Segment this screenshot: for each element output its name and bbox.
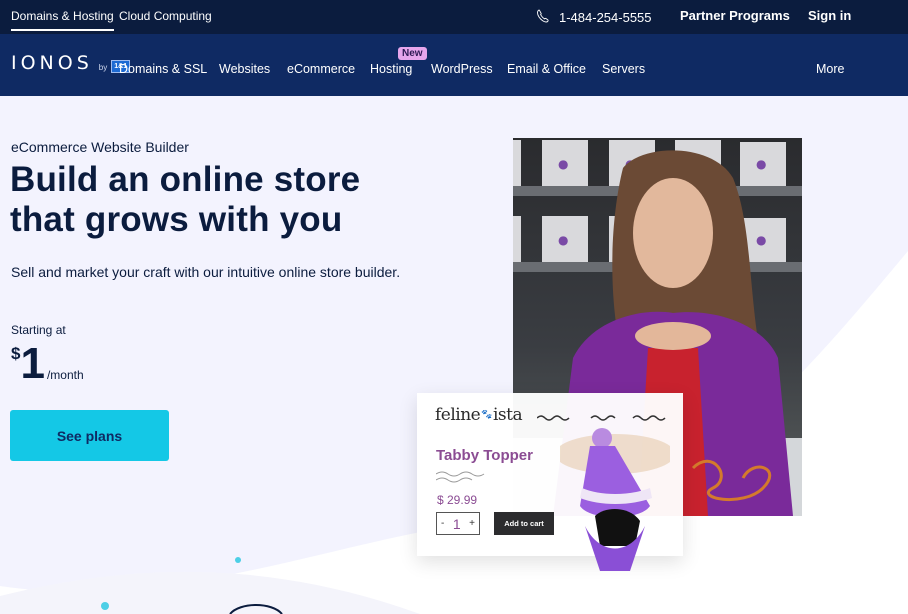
svg-text:●: ●	[756, 157, 766, 171]
hero-section: eCommerce Website Builder Build an onlin…	[0, 96, 908, 614]
hero-subtext: Sell and market your craft with our intu…	[11, 264, 401, 280]
nav-ecommerce[interactable]: eCommerce	[287, 62, 355, 76]
decor-dot	[101, 602, 109, 610]
phone-number[interactable]: 1-484-254-5555	[559, 10, 652, 25]
nav-email-office[interactable]: Email & Office	[507, 62, 586, 76]
decor-dot	[235, 557, 241, 563]
product-name: Tabby Topper	[436, 447, 533, 464]
nav-websites[interactable]: Websites	[219, 62, 270, 76]
nav-domains-ssl[interactable]: Domains & SSL	[119, 62, 207, 76]
svg-text:●: ●	[756, 233, 766, 247]
qty-increment-button[interactable]: +	[469, 518, 475, 529]
crochet-hat-image	[560, 428, 670, 571]
brand-text-left: feline	[435, 405, 481, 425]
product-price: $ 29.99	[437, 493, 478, 507]
qty-decrement-button[interactable]: -	[441, 518, 444, 529]
quantity-stepper[interactable]: - 1 +	[436, 512, 480, 535]
wave-divider	[436, 471, 485, 483]
new-badge: New	[398, 47, 427, 60]
hero-headline: Build an online store that grows with yo…	[10, 160, 360, 240]
headline-line-1: Build an online store	[10, 160, 361, 199]
brand-text-right: ista	[492, 405, 523, 425]
nav-servers[interactable]: Servers	[602, 62, 645, 76]
logo-by-text: by	[98, 63, 108, 72]
see-plans-button[interactable]: See plans	[10, 410, 169, 461]
nav-wordpress[interactable]: WordPress	[431, 62, 493, 76]
price-amount: 1	[20, 339, 45, 388]
top-utility-bar: Domains & Hosting Cloud Computing 1-484-…	[0, 0, 908, 34]
svg-text:●: ●	[558, 157, 568, 171]
store-brand-logo: feline 🐾 ista	[435, 405, 523, 425]
svg-text:●: ●	[558, 233, 568, 247]
tab-domains-hosting[interactable]: Domains & Hosting	[11, 9, 114, 31]
price-display: $ 1 /month	[11, 342, 84, 386]
add-to-cart-button[interactable]: Add to cart	[494, 512, 554, 535]
qty-value[interactable]: 1	[453, 516, 461, 532]
tab-cloud-computing[interactable]: Cloud Computing	[119, 9, 212, 23]
price-currency: $	[11, 344, 21, 363]
ionos-logo[interactable]: IONOS by 1&1	[11, 52, 131, 74]
decorative-squiggles	[537, 415, 666, 421]
phone-contact[interactable]: 1-484-254-5555	[535, 8, 652, 27]
nav-hosting[interactable]: Hosting	[370, 62, 412, 76]
nav-more[interactable]: More	[816, 62, 844, 76]
hero-eyebrow: eCommerce Website Builder	[11, 139, 189, 155]
price-period: /month	[46, 368, 84, 382]
phone-icon	[535, 8, 551, 27]
paw-icon: 🐾	[481, 410, 492, 420]
sign-in-link[interactable]: Sign in	[808, 8, 851, 23]
partner-programs-link[interactable]: Partner Programs	[680, 8, 790, 23]
logo-wordmark: IONOS	[11, 52, 93, 74]
headline-line-2: that grows with you	[10, 200, 343, 239]
main-navigation: IONOS by 1&1 Domains & SSL Websites eCom…	[0, 34, 908, 96]
starting-at-label: Starting at	[11, 323, 66, 337]
